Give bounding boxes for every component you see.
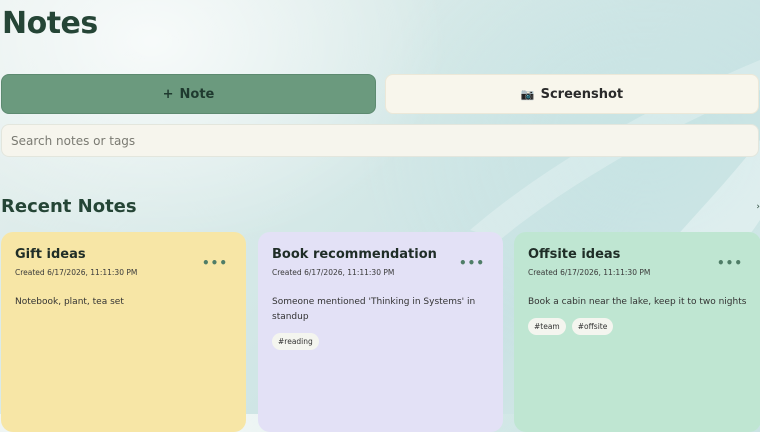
more-options-icon[interactable]: ••• — [459, 257, 485, 269]
search-input[interactable] — [1, 124, 759, 157]
edge-indicator: › — [756, 202, 760, 212]
note-tags: #reading — [272, 333, 489, 350]
note-body: Book a cabin near the lake, keep it to t… — [528, 297, 747, 307]
note-created-date: Created 6/17/2026, 11:11:30 PM — [272, 268, 395, 277]
note-title: Offsite ideas — [528, 247, 621, 262]
more-options-icon[interactable]: ••• — [202, 257, 228, 269]
note-card-gift-ideas[interactable]: Gift ideas Created 6/17/2026, 11:11:30 P… — [1, 232, 246, 432]
screenshot-label: Screenshot — [540, 86, 624, 102]
tag-chip[interactable]: #offsite — [571, 318, 614, 335]
note-body: Someone mentioned 'Thinking in Systems' … — [272, 297, 476, 322]
plus-icon: + — [162, 86, 174, 102]
note-created-date: Created 6/17/2026, 11:11:30 PM — [528, 268, 651, 277]
note-card-offsite-ideas[interactable]: Offsite ideas Created 6/17/2026, 11:11:3… — [514, 232, 760, 432]
note-created-date: Created 6/17/2026, 11:11:30 PM — [15, 268, 138, 277]
note-card-book-recommendation[interactable]: Book recommendation Created 6/17/2026, 1… — [258, 232, 503, 432]
camera-icon: 📷 — [520, 87, 535, 101]
screenshot-button[interactable]: 📷 Screenshot — [385, 74, 759, 114]
note-body: Notebook, plant, tea set — [15, 297, 124, 307]
note-title: Gift ideas — [15, 247, 86, 262]
recent-notes-heading: Recent Notes — [1, 196, 137, 217]
add-note-button[interactable]: + Note — [1, 74, 376, 114]
note-title: Book recommendation — [272, 247, 437, 262]
page-title: Notes — [2, 6, 98, 41]
tag-chip[interactable]: #team — [528, 318, 566, 335]
add-note-label: Note — [179, 86, 215, 102]
note-tags: #team #offsite — [528, 318, 747, 335]
tag-chip[interactable]: #reading — [272, 333, 319, 350]
more-options-icon[interactable]: ••• — [717, 257, 743, 269]
